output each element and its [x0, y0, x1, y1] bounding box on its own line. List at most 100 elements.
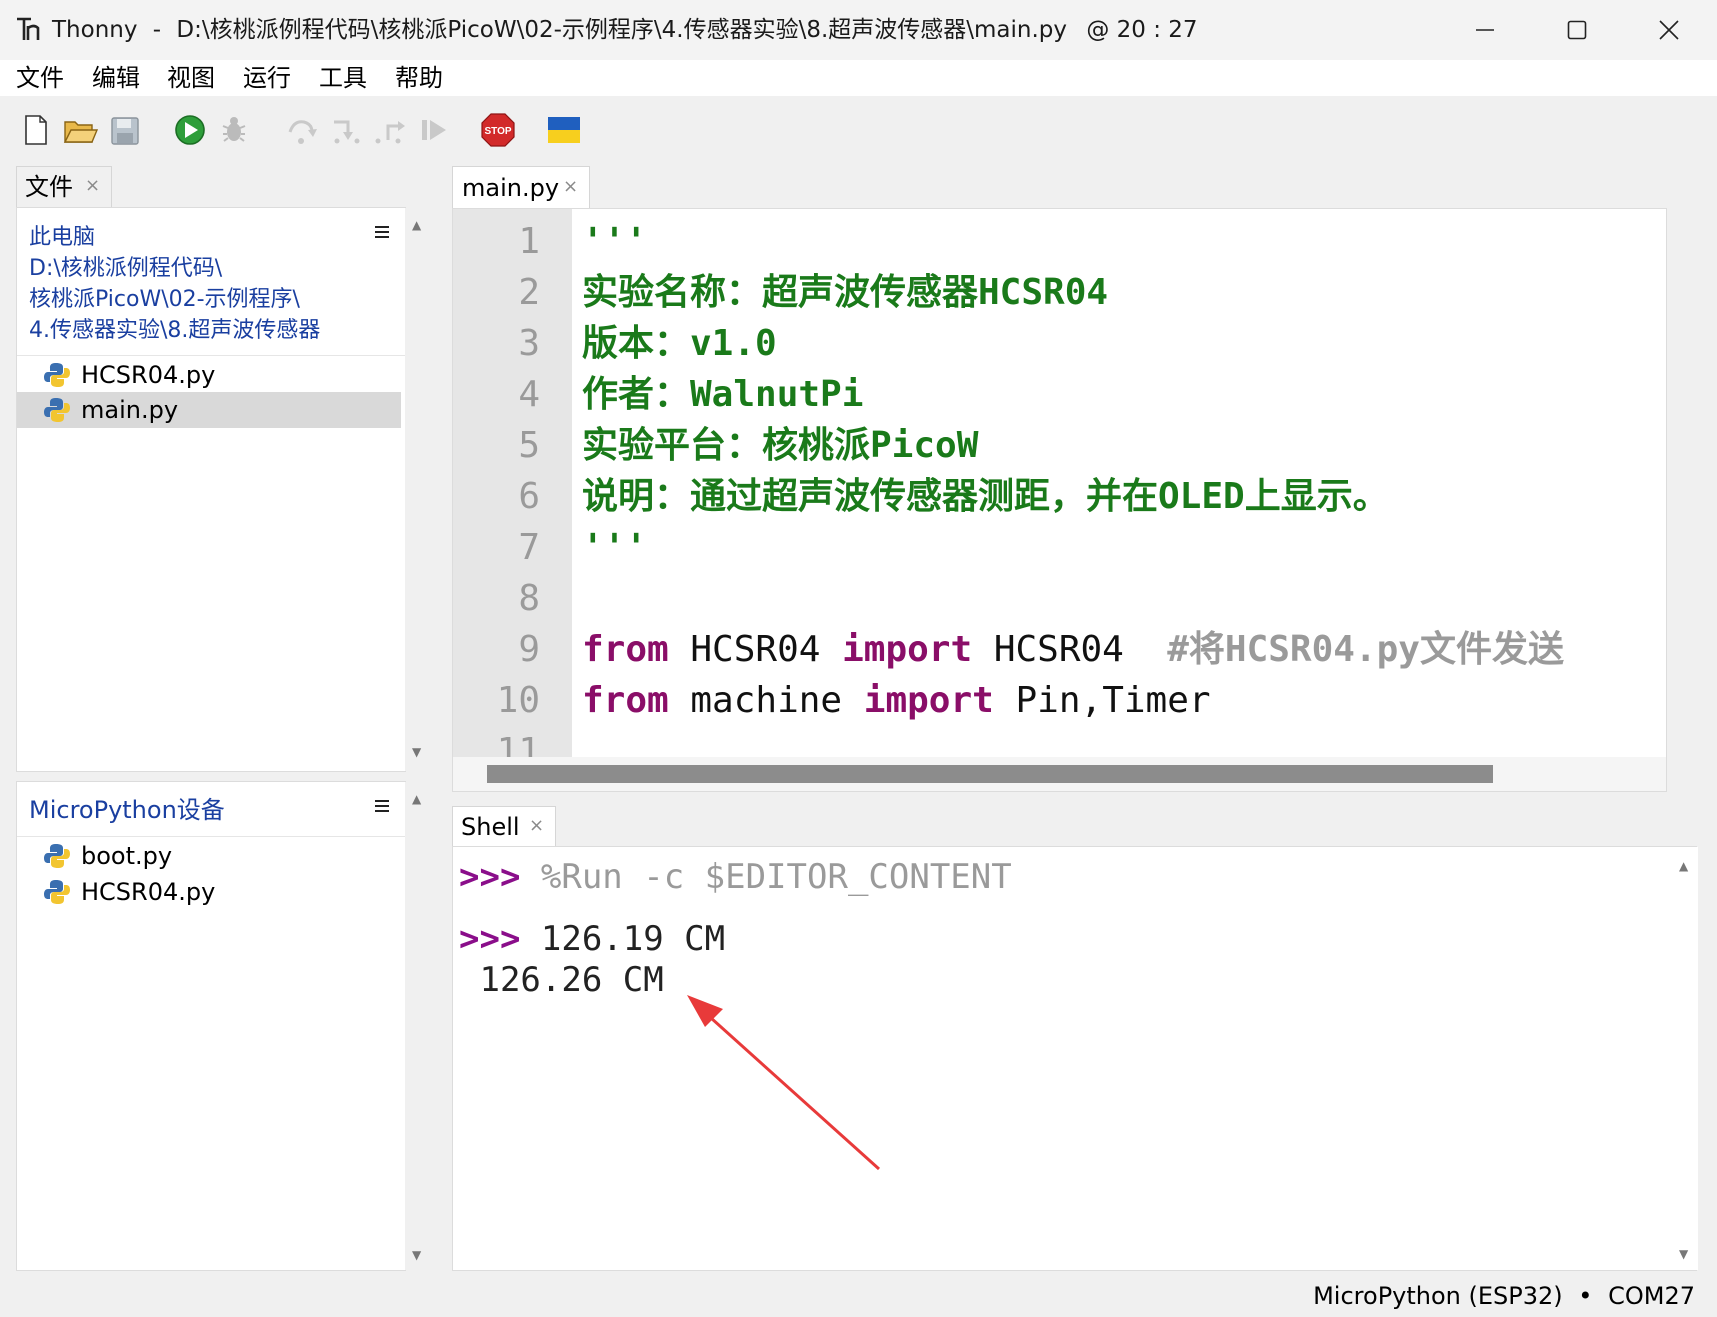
- local-computer-title[interactable]: 此电脑: [29, 222, 359, 253]
- file-row[interactable]: boot.py: [17, 838, 401, 874]
- line-number: 8: [518, 578, 540, 619]
- python-file-icon: [43, 878, 71, 906]
- tab-close-icon[interactable]: ×: [85, 176, 100, 196]
- code-area[interactable]: ''' 实验名称：超声波传感器HCSR04 版本：v1.0 作者：WalnutP…: [578, 209, 1618, 757]
- code-line: 说明：通过超声波传感器测距，并在OLED上显示。: [582, 476, 1389, 517]
- menu-view[interactable]: 视图: [167, 60, 215, 96]
- scroll-down-icon[interactable]: ▼: [1679, 1247, 1688, 1261]
- device-title[interactable]: MicroPython设备: [29, 792, 225, 828]
- module-name: HCSR04: [668, 629, 843, 670]
- line-number: 3: [518, 323, 540, 364]
- editor-horizontal-scroll-thumb[interactable]: [487, 765, 1493, 783]
- maximize-button[interactable]: [1531, 0, 1623, 60]
- code-line: 实验名称：超声波传感器HCSR04: [582, 272, 1109, 313]
- shell-scrollbar[interactable]: ▲ ▼: [1672, 847, 1698, 1270]
- python-file-icon: [43, 361, 71, 389]
- path-segment[interactable]: 4.传感器实验\8.超声波传感器: [29, 315, 359, 346]
- line-number: 7: [518, 527, 540, 568]
- shell-command-line: >>> %Run -c $EDITOR_CONTENT: [459, 855, 1012, 899]
- keyword: import: [842, 629, 973, 670]
- shell-output-line: >>> 126.19 CM: [459, 917, 725, 961]
- menu-file[interactable]: 文件: [16, 60, 64, 96]
- line-number: 2: [518, 272, 540, 313]
- cursor-position: @ 20 : 27: [1086, 17, 1198, 43]
- file-row-selected[interactable]: main.py: [17, 392, 401, 428]
- device-files-scrollbar[interactable]: ▲ ▼: [405, 782, 431, 1270]
- line-number-gutter: 1 2 3 4 5 6 7 8 9 10 11: [453, 209, 572, 757]
- code-line: ''': [582, 221, 648, 262]
- import-name: Pin,Timer: [993, 680, 1211, 721]
- interpreter-status[interactable]: MicroPython (ESP32) • COM27: [1313, 1279, 1695, 1313]
- save-icon[interactable]: [104, 110, 144, 150]
- file-name: boot.py: [81, 842, 173, 870]
- scroll-up-icon[interactable]: ▲: [1679, 859, 1688, 873]
- code-line: from machine import Pin,Timer: [582, 675, 1211, 726]
- step-into-icon[interactable]: [326, 110, 366, 150]
- debug-icon[interactable]: [214, 110, 254, 150]
- resume-icon[interactable]: [414, 110, 454, 150]
- line-number: 4: [518, 374, 540, 415]
- tab-files-label: 文件: [25, 173, 73, 201]
- path-segment[interactable]: 核桃派PicoW\02-示例程序\: [29, 284, 359, 315]
- menu-tools[interactable]: 工具: [319, 60, 367, 96]
- python-file-icon: [43, 396, 71, 424]
- shell-console[interactable]: >>> %Run -c $EDITOR_CONTENT >>> 126.19 C…: [452, 846, 1698, 1271]
- local-files-panel: 此电脑 D:\核桃派例程代码\ 核桃派PicoW\02-示例程序\ 4.传感器实…: [16, 207, 431, 772]
- shell-prompt: >>>: [459, 919, 521, 959]
- import-name: HCSR04: [972, 629, 1168, 670]
- port-name: COM27: [1608, 1282, 1695, 1310]
- status-bar: MicroPython (ESP32) • COM27: [0, 1275, 1717, 1317]
- close-icon: [1659, 20, 1679, 40]
- line-number: 1: [518, 221, 540, 262]
- file-row[interactable]: HCSR04.py: [17, 874, 401, 910]
- scroll-up-icon[interactable]: ▲: [412, 218, 421, 232]
- minimize-button[interactable]: [1439, 0, 1531, 60]
- line-number: 5: [518, 425, 540, 466]
- local-path[interactable]: 此电脑 D:\核桃派例程代码\ 核桃派PicoW\02-示例程序\ 4.传感器实…: [29, 222, 359, 346]
- line-number: 10: [496, 680, 540, 721]
- tab-close-icon[interactable]: ×: [529, 816, 544, 836]
- scroll-down-icon[interactable]: ▼: [412, 1248, 421, 1262]
- file-name: main.py: [81, 396, 179, 424]
- line-number: 11: [496, 731, 540, 757]
- code-line: from HCSR04 import HCSR04 #将HCSR04.py文件发…: [582, 624, 1564, 675]
- ukraine-flag-icon[interactable]: [544, 110, 584, 150]
- open-file-icon[interactable]: [60, 110, 100, 150]
- tab-close-icon[interactable]: ×: [563, 177, 578, 197]
- run-icon[interactable]: [170, 110, 210, 150]
- tab-shell[interactable]: Shell ×: [452, 806, 556, 847]
- file-row[interactable]: HCSR04.py: [17, 357, 401, 393]
- scroll-down-icon[interactable]: ▼: [412, 745, 421, 759]
- local-files-scrollbar[interactable]: ▲ ▼: [405, 208, 431, 771]
- code-line: 作者：WalnutPi: [582, 374, 864, 415]
- toolbar: STOP: [0, 96, 1717, 164]
- code-comment: #将HCSR04.py文件发送: [1167, 629, 1564, 670]
- code-line: 实验平台：核桃派PicoW: [582, 425, 979, 466]
- menu-edit[interactable]: 编辑: [92, 60, 140, 96]
- new-file-icon[interactable]: [16, 110, 56, 150]
- scroll-up-icon[interactable]: ▲: [412, 792, 421, 806]
- maximize-icon: [1567, 20, 1587, 40]
- step-out-icon[interactable]: [370, 110, 410, 150]
- path-segment[interactable]: D:\核桃派例程代码\: [29, 253, 359, 284]
- shell-tab-label: Shell: [461, 813, 520, 841]
- divider: [17, 355, 405, 356]
- menu-help[interactable]: 帮助: [395, 60, 443, 96]
- device-menu-icon[interactable]: [375, 800, 389, 812]
- step-over-icon[interactable]: [282, 110, 322, 150]
- device-files-panel: MicroPython设备 boot.py HCSR04.py ▲ ▼: [16, 781, 431, 1271]
- shell-command: %Run -c $EDITOR_CONTENT: [520, 857, 1012, 897]
- local-menu-icon[interactable]: [375, 226, 389, 238]
- annotation-arrow: [687, 995, 881, 1171]
- tab-main-py[interactable]: main.py ×: [452, 166, 590, 209]
- module-name: machine: [668, 680, 864, 721]
- file-name: HCSR04.py: [81, 361, 216, 389]
- close-button[interactable]: [1623, 0, 1715, 60]
- code-editor[interactable]: 1 2 3 4 5 6 7 8 9 10 11 ''' 实验名称：超声波传感器H…: [452, 208, 1667, 792]
- menu-run[interactable]: 运行: [243, 60, 291, 96]
- thonny-logo-icon: [14, 14, 44, 44]
- stop-icon[interactable]: STOP: [478, 110, 518, 150]
- code-line: 版本：v1.0: [582, 323, 777, 364]
- title-bar: Thonny - D:\核桃派例程代码\核桃派PicoW\02-示例程序\4.传…: [0, 0, 1717, 60]
- tab-files[interactable]: 文件 ×: [16, 166, 112, 207]
